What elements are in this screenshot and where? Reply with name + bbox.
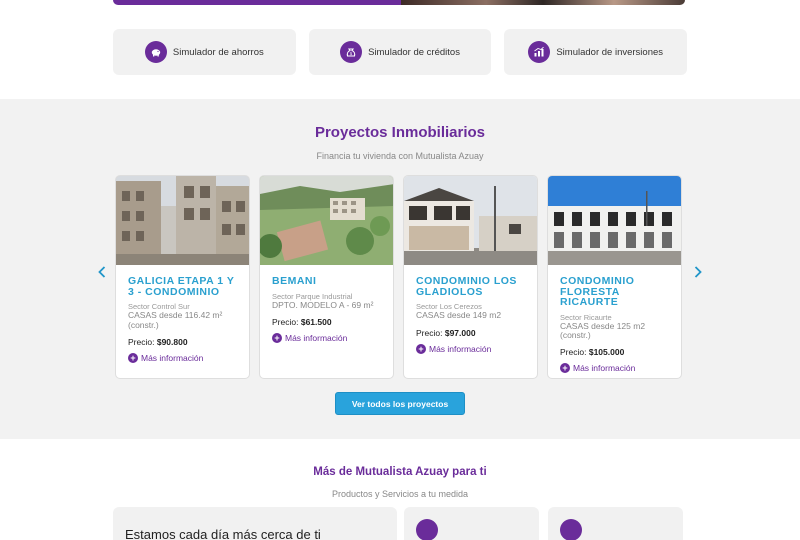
plus-circle-icon: + bbox=[272, 333, 282, 344]
project-description: CASAS desde 116.42 m² (constr.) bbox=[128, 310, 223, 330]
simulator-investments-button[interactable]: Simulador de inversiones bbox=[504, 29, 688, 75]
project-card-gladiolos[interactable]: CONDOMINIO LOS GLADIOLOS Sector Los Cere… bbox=[403, 175, 538, 379]
growth-chart-icon bbox=[528, 41, 551, 63]
service-icon bbox=[416, 519, 438, 540]
more-info-label: Más información bbox=[285, 333, 348, 344]
simulator-credits-label: Simulador de créditos bbox=[368, 46, 460, 58]
project-card-galicia[interactable]: GALICIA ETAPA 1 Y 3 - Condominio Sector … bbox=[115, 175, 250, 379]
price-value: $90.800 bbox=[156, 336, 188, 347]
more-info-link[interactable]: + Más información bbox=[128, 352, 237, 363]
chevron-left-icon bbox=[98, 266, 106, 278]
price-label: Precio: bbox=[128, 336, 155, 347]
service-card[interactable] bbox=[404, 507, 539, 540]
price-value: $61.500 bbox=[300, 317, 332, 328]
plus-circle-icon: + bbox=[560, 363, 570, 374]
price-label: Precio: bbox=[560, 347, 587, 358]
project-image-gladiolos bbox=[404, 176, 537, 265]
more-info-link[interactable]: + Más información bbox=[560, 363, 669, 374]
price-value: $105.000 bbox=[588, 347, 625, 358]
price-label: Precio: bbox=[416, 327, 443, 338]
simulators-row: Simulador de ahorros $ Simulador de créd… bbox=[113, 29, 688, 75]
project-card-floresta-ricaurte[interactable]: CONDOMINIO FLORESTA RICAURTE Sector Rica… bbox=[547, 175, 682, 379]
project-image-bemani bbox=[260, 176, 393, 265]
chevron-right-icon bbox=[694, 266, 702, 278]
project-description: DPTO. MODELO A - 69 m² bbox=[272, 299, 374, 310]
project-title: BEMANI bbox=[272, 275, 317, 287]
projects-title: Proyectos Inmobiliarios bbox=[314, 124, 486, 141]
projects-subtitle: Financia tu vivienda con Mutualista Azua… bbox=[316, 151, 484, 161]
service-card[interactable] bbox=[548, 507, 683, 540]
more-info-link[interactable]: + Más información bbox=[272, 333, 381, 344]
projects-section: Proyectos Inmobiliarios Financia tu vivi… bbox=[0, 99, 800, 439]
price-value: $97.000 bbox=[444, 327, 476, 338]
project-price: Precio: $61.500 bbox=[272, 317, 381, 327]
hero-banner-bottom-edge bbox=[113, 0, 685, 5]
more-section-subtitle: Productos y Servicios a tu medida bbox=[331, 489, 469, 499]
more-info-label: Más información bbox=[573, 363, 636, 374]
plus-circle-icon: + bbox=[128, 352, 138, 363]
project-title: CONDOMINIO LOS GLADIOLOS bbox=[416, 275, 517, 298]
price-label: Precio: bbox=[272, 317, 299, 328]
project-price: Precio: $97.000 bbox=[416, 328, 525, 338]
more-info-label: Más información bbox=[141, 352, 204, 363]
money-bag-icon: $ bbox=[340, 41, 363, 63]
closer-to-you-heading: Estamos cada día más cerca de ti bbox=[125, 527, 321, 540]
carousel-next-arrow[interactable] bbox=[692, 264, 704, 280]
project-title: GALICIA ETAPA 1 Y 3 - Condominio bbox=[128, 275, 235, 298]
simulator-investments-label: Simulador de inversiones bbox=[556, 46, 664, 58]
project-description: CASAS desde 149 m2 bbox=[416, 310, 502, 321]
simulator-credits-button[interactable]: $ Simulador de créditos bbox=[308, 29, 492, 75]
project-image-galicia bbox=[116, 176, 249, 265]
closer-to-you-card[interactable]: Estamos cada día más cerca de ti bbox=[113, 507, 397, 540]
project-price: Precio: $90.800 bbox=[128, 337, 237, 347]
plus-circle-icon: + bbox=[416, 343, 426, 354]
carousel-prev-arrow[interactable] bbox=[96, 264, 108, 280]
service-icon bbox=[560, 519, 582, 540]
project-price: Precio: $105.000 bbox=[560, 347, 669, 357]
simulator-savings-button[interactable]: Simulador de ahorros bbox=[113, 29, 296, 75]
project-card-bemani[interactable]: BEMANI Sector Parque Industrial DPTO. MO… bbox=[259, 175, 394, 379]
project-image-floresta bbox=[548, 176, 681, 265]
simulator-savings-label: Simulador de ahorros bbox=[172, 46, 264, 58]
piggy-bank-icon bbox=[144, 41, 167, 63]
more-info-label: Más información bbox=[429, 343, 492, 354]
more-section-title: Más de Mutualista Azuay para ti bbox=[313, 466, 487, 478]
hero-purple-panel bbox=[113, 0, 401, 5]
svg-text:$: $ bbox=[350, 51, 353, 56]
projects-carousel: GALICIA ETAPA 1 Y 3 - Condominio Sector … bbox=[115, 175, 685, 380]
hero-photo bbox=[401, 0, 685, 5]
more-info-link[interactable]: + Más información bbox=[416, 343, 525, 354]
project-title: CONDOMINIO FLORESTA RICAURTE bbox=[560, 275, 635, 308]
view-all-projects-button[interactable]: Ver todos los proyectos bbox=[335, 392, 465, 415]
project-description: CASAS desde 125 m2 (constr.) bbox=[560, 320, 646, 341]
